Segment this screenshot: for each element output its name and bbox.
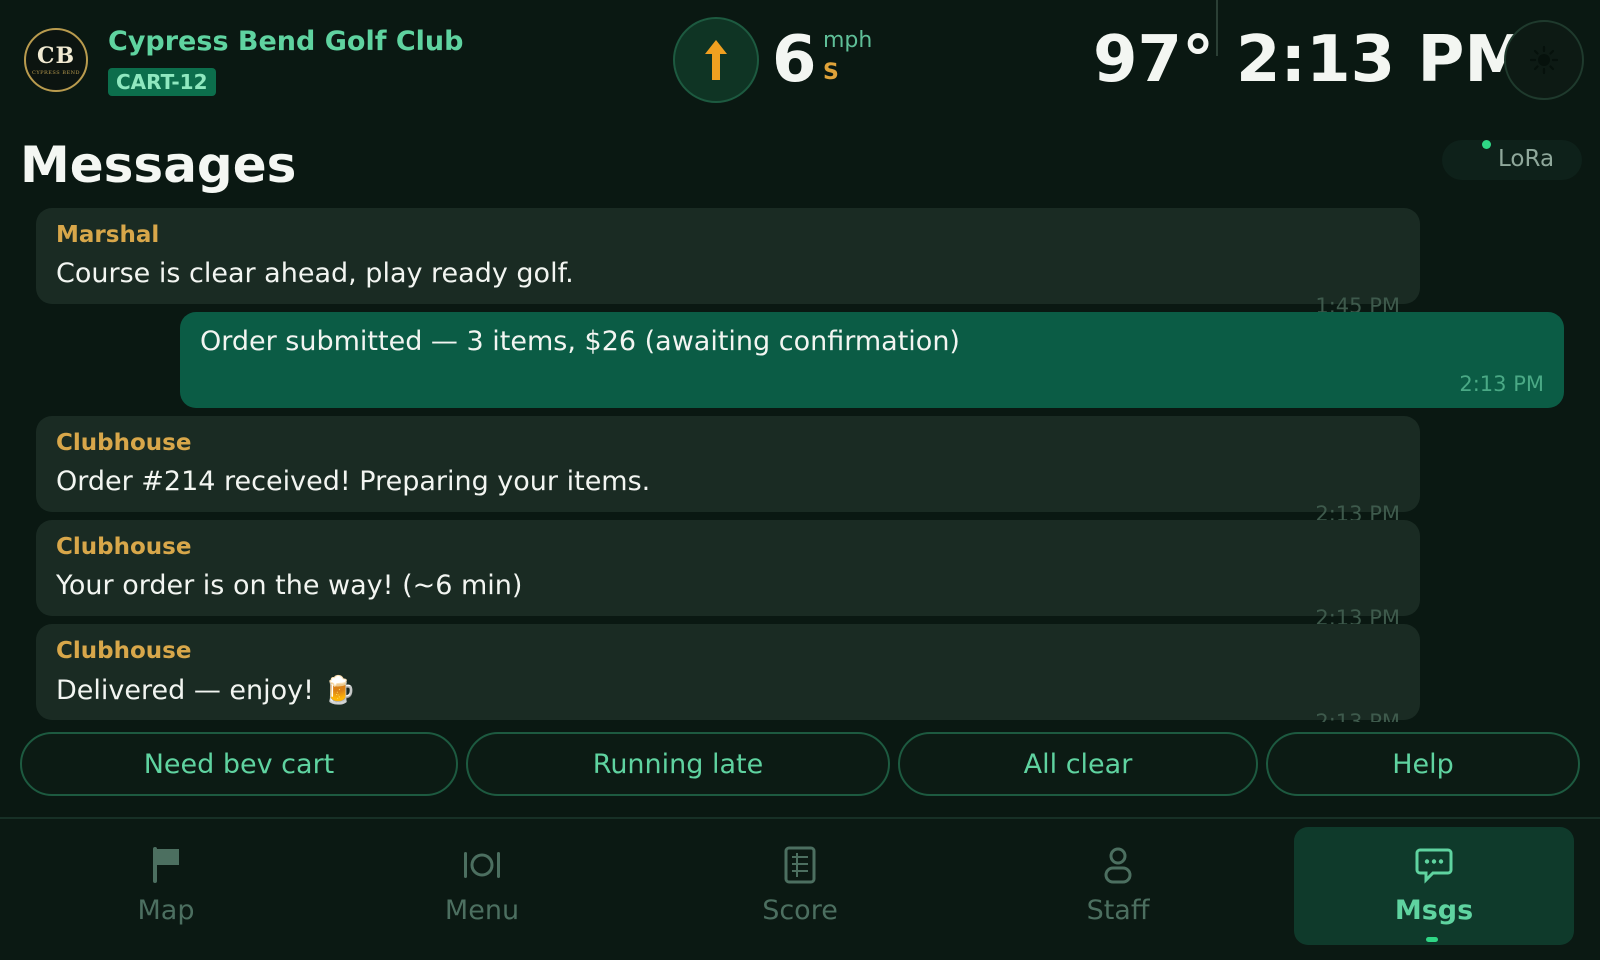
wind-speed: 6 — [772, 23, 817, 97]
message-sender: Clubhouse — [56, 534, 192, 560]
logo-text: CYPRESS BEND — [32, 69, 80, 76]
top-bar: CB CYPRESS BEND Cypress Bend Golf Club C… — [0, 0, 1600, 122]
message-text: Order submitted — 3 items, $26 (awaiting… — [200, 326, 960, 357]
page-title: Messages — [20, 136, 297, 194]
nav-label: Msgs — [1394, 895, 1474, 926]
message-time: 2:13 PM — [1315, 710, 1400, 722]
quick-reply-need-bev-cart[interactable]: Need bev cart — [20, 732, 458, 796]
wind-unit: mph — [823, 28, 873, 53]
lora-status-dot — [1482, 140, 1491, 149]
message-sender: Marshal — [56, 222, 160, 248]
lora-status-badge: LoRa — [1442, 140, 1582, 180]
message-text: Course is clear ahead, play ready golf. — [56, 258, 574, 289]
quick-reply-help[interactable]: Help — [1266, 732, 1580, 796]
nav-label: Map — [137, 895, 195, 926]
message-bubble: Clubhouse Delivered — enjoy! 🍺 2:13 PM — [36, 624, 1420, 722]
sun-icon — [1529, 45, 1559, 75]
flag-icon — [153, 847, 179, 883]
message-text: Order #214 received! Preparing your item… — [56, 466, 651, 497]
nav-label: Score — [762, 895, 838, 926]
quick-reply-running-late[interactable]: Running late — [466, 732, 890, 796]
cart-id-badge: CART-12 — [108, 68, 216, 96]
active-tab-indicator — [1426, 937, 1438, 942]
message-sender: Clubhouse — [56, 638, 192, 664]
message-list[interactable]: Marshal Course is clear ahead, play read… — [0, 206, 1600, 722]
chat-icon — [1415, 848, 1453, 884]
lora-label: LoRa — [1498, 146, 1555, 172]
nav-item-menu[interactable]: Menu — [336, 819, 628, 960]
nav-item-msgs[interactable]: Msgs — [1294, 827, 1574, 945]
plate-icon — [464, 852, 500, 878]
wind-direction: S — [823, 60, 839, 85]
message-time: 2:13 PM — [1459, 372, 1544, 396]
message-text: Delivered — enjoy! 🍺 — [56, 675, 357, 706]
clock: 2:13 PM — [1236, 23, 1529, 97]
wind-direction-indicator — [673, 17, 759, 103]
nav-label: Menu — [444, 895, 520, 926]
message-bubble-outgoing: Order submitted — 3 items, $26 (awaiting… — [180, 312, 1564, 408]
message-bubble: Clubhouse Your order is on the way! (~6 … — [36, 520, 1420, 630]
bottom-nav: Map Menu Score Staff Msgs — [0, 817, 1600, 960]
logo-monogram: CB — [36, 42, 76, 69]
temperature: 97° — [1093, 23, 1215, 97]
person-icon — [1104, 847, 1132, 884]
theme-toggle-button[interactable] — [1504, 20, 1584, 100]
nav-item-score[interactable]: Score — [654, 819, 946, 960]
scorecard-icon — [784, 846, 816, 884]
nav-label: Staff — [1086, 895, 1150, 926]
message-bubble: Marshal Course is clear ahead, play read… — [36, 208, 1420, 318]
arrow-up-icon — [705, 40, 727, 80]
message-sender: Clubhouse — [56, 430, 192, 456]
header-divider — [1216, 0, 1218, 56]
quick-reply-all-clear[interactable]: All clear — [898, 732, 1258, 796]
message-bubble: Clubhouse Order #214 received! Preparing… — [36, 416, 1420, 526]
nav-item-map[interactable]: Map — [20, 819, 312, 960]
club-logo: CB CYPRESS BEND — [24, 28, 88, 92]
message-text: Your order is on the way! (~6 min) — [56, 570, 523, 601]
club-name: Cypress Bend Golf Club — [108, 26, 464, 57]
nav-item-staff[interactable]: Staff — [972, 819, 1264, 960]
